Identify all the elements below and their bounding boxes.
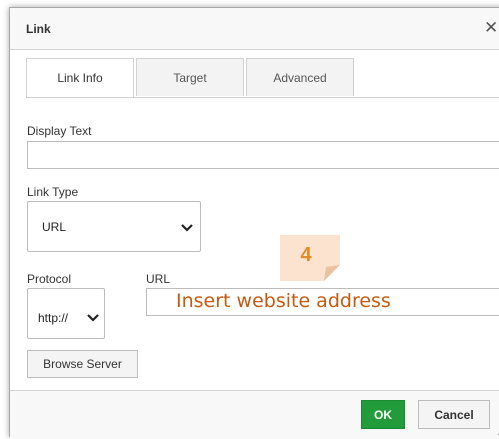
protocol-label: Protocol [27, 272, 72, 286]
cancel-button[interactable]: Cancel [418, 400, 490, 429]
dialog-titlebar: Link ✕ [10, 8, 499, 50]
link-type-value: URL [42, 220, 67, 234]
step-number: 4 [300, 243, 312, 266]
link-type-select[interactable]: URL [27, 201, 201, 252]
chevron-down-icon [181, 224, 193, 232]
link-dialog: Link ✕ Link Info Target Advanced Display… [9, 7, 499, 439]
protocol-value: http:// [38, 311, 69, 325]
link-type-label: Link Type [27, 185, 79, 199]
tab-divider [26, 97, 499, 98]
dialog-footer: OK Cancel [10, 390, 499, 439]
dialog-body: Link Info Target Advanced Display Text L… [10, 50, 499, 390]
display-text-label: Display Text [27, 124, 92, 138]
protocol-select[interactable]: http:// [27, 288, 105, 339]
display-text-input[interactable] [27, 141, 499, 169]
tab-link-info[interactable]: Link Info [26, 58, 134, 98]
browse-server-button[interactable]: Browse Server [27, 350, 138, 378]
tab-bar: Link Info Target Advanced [26, 58, 356, 98]
step-callout: 4 [280, 235, 340, 281]
tab-advanced[interactable]: Advanced [246, 58, 354, 96]
ok-button[interactable]: OK [361, 400, 405, 429]
dialog-title: Link [26, 22, 51, 36]
chevron-down-icon [87, 314, 99, 322]
close-icon[interactable]: ✕ [484, 18, 498, 38]
tab-target[interactable]: Target [136, 58, 244, 96]
url-label: URL [146, 272, 171, 286]
insert-website-hint: Insert website address [176, 290, 391, 312]
